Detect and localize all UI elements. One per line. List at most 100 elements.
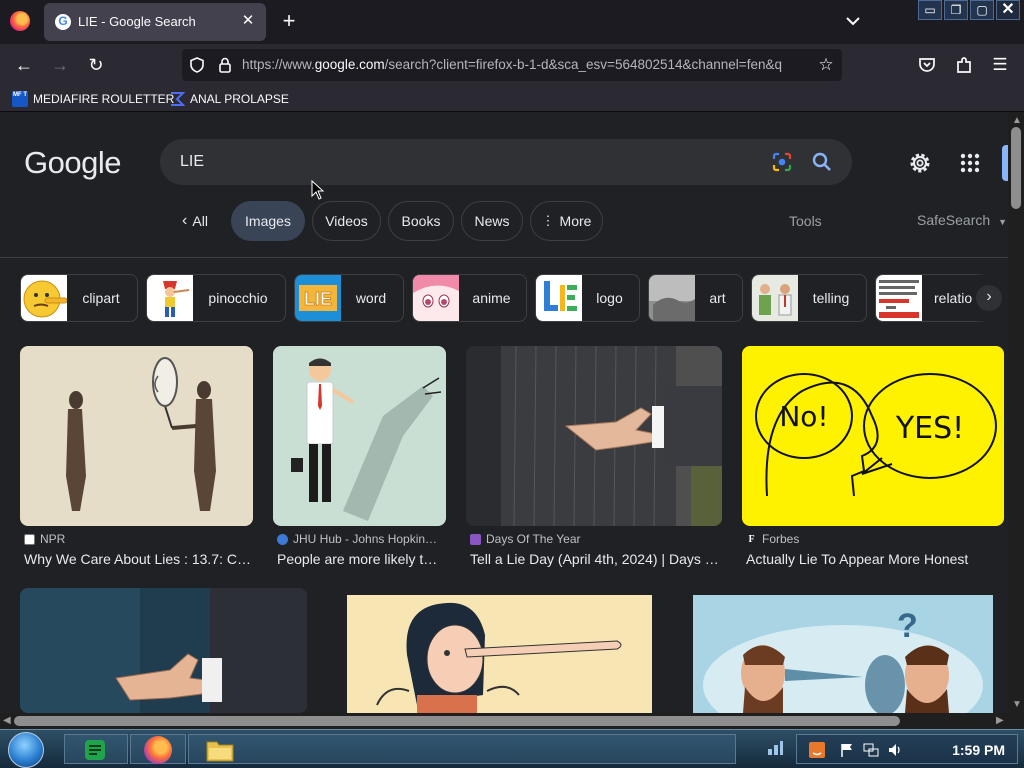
taskbar-app-explorer[interactable] [188,734,736,764]
safesearch-button[interactable]: SafeSearch ▼ [917,212,1007,228]
forbes-favicon-icon: F [746,533,757,545]
related-label: art [709,290,726,306]
address-bar[interactable]: https://www.google.com/search?client=fir… [182,49,842,81]
related-chip[interactable]: logo [535,274,640,322]
related-chip[interactable]: telling [751,274,867,322]
bookmark-second[interactable]: ANAL PROLAPSE [169,90,289,108]
pinocchio-thumbnail [147,275,193,321]
close-window-button[interactable]: ✕ [996,0,1020,20]
network-signal-icon[interactable] [766,739,784,757]
close-tab-icon[interactable]: ✕ [238,11,258,31]
taskbar-app-notes[interactable] [64,734,128,764]
related-next-button[interactable]: › [974,267,1008,327]
related-label: word [355,290,387,306]
java-update-icon[interactable] [809,742,825,758]
url-text[interactable]: https://www.google.com/search?client=fir… [242,57,808,72]
image-result[interactable]: No! YES! F Forbes Actually Lie To Appear… [742,346,1004,576]
scroll-left-arrow-icon[interactable]: ◀ [3,715,11,726]
taskbar-clock[interactable]: 1:59 PM [952,742,1005,758]
image-result-thumbnail[interactable]: ? [693,595,993,713]
result-source[interactable]: JHU Hub - Johns Hopkin… [277,532,437,546]
filter-books[interactable]: Books [388,201,454,241]
result-source[interactable]: NPR [24,532,65,546]
action-center-flag-icon[interactable] [839,742,855,758]
tab-google-search[interactable]: LIE - Google Search ✕ [44,3,266,41]
result-thumbnail[interactable] [466,346,722,526]
result-thumbnail[interactable] [20,346,253,526]
lock-icon[interactable] [216,56,234,74]
search-box[interactable]: LIE [160,139,852,185]
minimize-button[interactable]: ▭ [918,0,942,20]
horizontal-scrollbar[interactable]: ◀ ▶ [0,713,1024,729]
related-label: anime [472,290,511,306]
tracking-protection-shield-icon[interactable] [188,56,206,74]
google-logo[interactable]: Google [24,145,121,181]
start-button[interactable] [8,732,44,768]
filter-label: More [559,213,592,229]
image-result[interactable]: Days Of The Year Tell a Lie Day (April 4… [466,346,722,576]
lying-emoji-thumbnail [21,275,67,321]
svg-text:YES!: YES! [895,411,964,446]
firefox-icon [144,736,172,764]
related-chip[interactable]: pinocchio [146,274,286,322]
scroll-up-arrow-icon[interactable]: ▲ [1012,115,1022,126]
result-thumbnail[interactable]: No! YES! [742,346,1004,526]
forward-arrow-icon[interactable]: → [48,53,72,77]
safesearch-label: SafeSearch [917,212,991,228]
more-vert-icon: ⋮ [541,213,555,228]
image-result-thumbnail[interactable] [347,595,652,713]
result-title[interactable]: Actually Lie To Appear More Honest [746,551,1004,567]
search-icon[interactable] [811,151,833,173]
filter-more[interactable]: ⋮ More [530,201,603,241]
filter-all[interactable]: ‹ All [166,201,224,241]
lie-word-thumbnail: LIE [295,275,341,321]
related-chip[interactable]: LIE word [294,274,404,322]
list-tabs-chevron-icon[interactable] [842,10,864,32]
maximize-button[interactable]: ❐ [944,0,968,20]
related-chip[interactable]: clipart [20,274,138,322]
bookmark-mediafire[interactable]: MF T MEDIAFIRE ROULETTER [12,90,174,108]
hamburger-menu-icon[interactable]: ☰ [988,53,1012,77]
restore-button[interactable]: ▢ [970,0,994,20]
scroll-down-arrow-icon[interactable]: ▼ [1012,699,1022,710]
image-result[interactable]: JHU Hub - Johns Hopkin… People are more … [273,346,446,576]
taskbar-app-firefox[interactable] [130,734,186,764]
related-label: pinocchio [208,290,268,306]
filter-images[interactable]: Images [231,201,305,241]
filter-videos[interactable]: Videos [312,201,381,241]
result-thumbnail[interactable] [273,346,446,526]
gear-icon[interactable] [908,151,932,175]
new-tab-button[interactable]: + [278,10,300,33]
extensions-puzzle-icon[interactable] [953,54,975,76]
vertical-scrollbar[interactable]: ▲ ▼ [1008,113,1024,713]
mediafire-icon: MF T [12,91,28,107]
bookmark-label: MEDIAFIRE ROULETTER [33,92,175,106]
sigma-bookmark-icon [171,92,185,106]
back-arrow-icon[interactable]: ← [12,53,36,77]
scroll-right-arrow-icon[interactable]: ▶ [996,715,1004,726]
bookmark-star-icon[interactable]: ☆ [816,55,836,75]
result-title[interactable]: People are more likely t… [277,551,446,567]
firefox-view-icon[interactable] [10,11,30,31]
search-input[interactable]: LIE [180,153,204,171]
result-title[interactable]: Why We Care About Lies : 13.7: C… [24,551,253,567]
npr-favicon-icon [24,533,35,545]
image-result[interactable]: NPR Why We Care About Lies : 13.7: C… [20,346,253,576]
tools-button[interactable]: Tools [789,213,822,229]
image-result-thumbnail[interactable] [20,588,307,713]
related-chip[interactable]: anime [412,274,527,322]
google-lens-icon[interactable] [771,151,793,173]
volume-speaker-icon[interactable] [887,742,903,758]
result-source[interactable]: F Forbes [746,532,799,546]
vertical-scroll-thumb[interactable] [1011,127,1021,209]
network-monitor-icon[interactable] [863,742,879,758]
google-apps-grid-icon[interactable] [958,151,982,175]
filter-news[interactable]: News [461,201,523,241]
anime-thumbnail [413,275,459,321]
result-source[interactable]: Days Of The Year [470,532,581,546]
result-title[interactable]: Tell a Lie Day (April 4th, 2024) | Days … [470,551,722,567]
reload-icon[interactable]: ↻ [84,53,108,77]
related-chip[interactable]: art [648,274,743,322]
horizontal-scroll-thumb[interactable] [14,716,900,726]
pocket-icon[interactable] [916,54,938,76]
